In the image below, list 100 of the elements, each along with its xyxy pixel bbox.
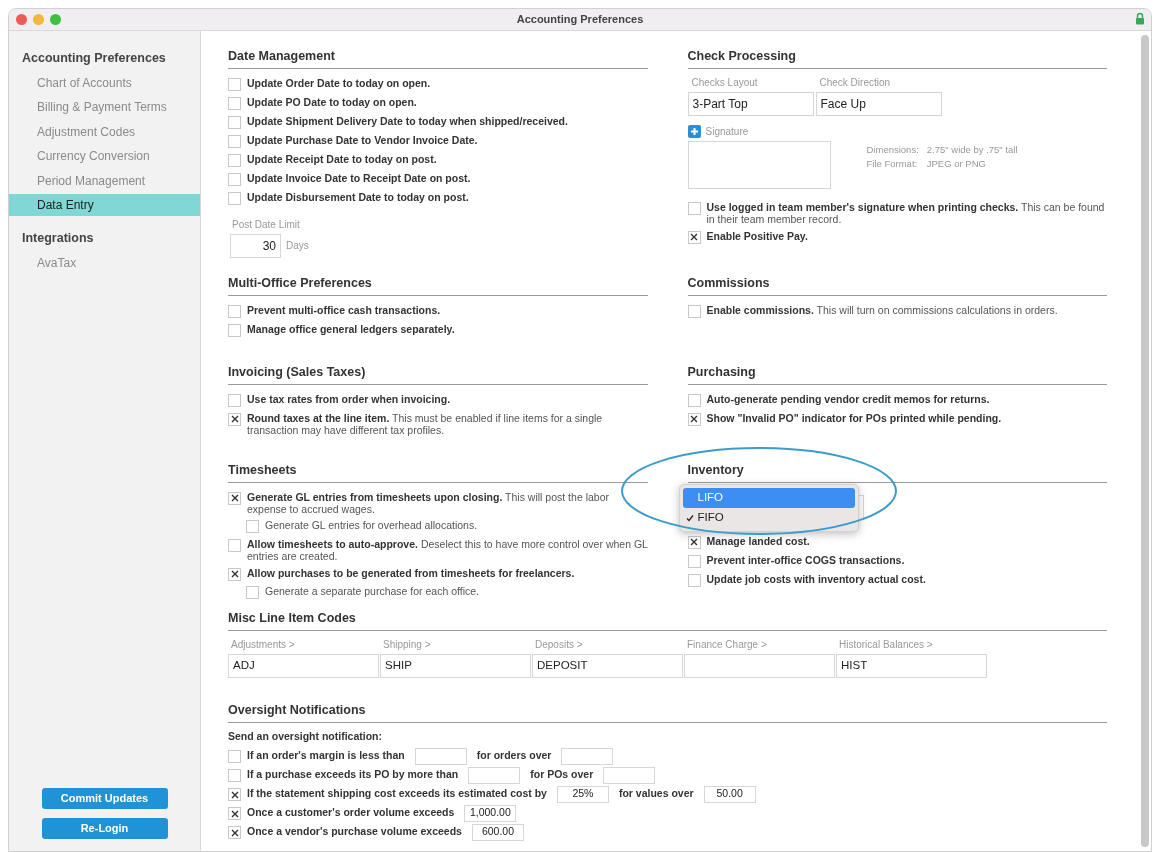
checkbox[interactable] <box>228 807 241 820</box>
option-label: Update Purchase Date to Vendor Invoice Date. <box>247 133 478 146</box>
value-field[interactable]: 600.00 <box>471 823 524 841</box>
option-label: Update job costs with inventory actual cost. <box>706 572 926 585</box>
code-field[interactable]: HIST <box>836 653 987 678</box>
value-field[interactable] <box>603 766 656 784</box>
field-label: Check Direction <box>819 75 892 90</box>
code-field[interactable]: ADJ <box>228 653 379 678</box>
section-heading: Check Processing <box>687 47 1107 69</box>
value-field[interactable]: 50.00 <box>703 785 756 803</box>
checkbox[interactable] <box>687 573 701 587</box>
option-label: Update Disbursement Date to today on post. <box>247 190 469 203</box>
checkbox[interactable] <box>228 412 241 426</box>
checkbox[interactable] <box>228 77 241 91</box>
select-field[interactable]: Face Up <box>815 91 942 116</box>
option-label: Enable Positive Pay. <box>706 229 808 242</box>
checkbox[interactable] <box>687 412 701 426</box>
condition-label: for POs over <box>530 767 594 783</box>
option-label: Update Invoice Date to Receipt Date on post. <box>247 171 471 184</box>
option-label: Use tax rates from order when invoicing. <box>247 392 451 405</box>
field-label: Adjustments > <box>231 637 296 652</box>
value-field[interactable] <box>468 766 521 784</box>
condition-label: If an order's margin is less than <box>247 748 405 764</box>
signature-box[interactable] <box>687 140 831 189</box>
checkbox[interactable] <box>228 153 241 167</box>
code-field[interactable]: DEPOSIT <box>532 653 683 678</box>
close-button[interactable] <box>16 14 27 25</box>
x-mark-icon <box>230 415 239 424</box>
option-label: Update PO Date to today on open. <box>247 95 417 108</box>
value-field[interactable]: 1,000.00 <box>464 804 517 822</box>
x-mark-icon <box>230 828 239 837</box>
zoom-button[interactable] <box>50 14 61 25</box>
option-label: Show "Invalid PO" indicator for POs printed while pending. <box>706 411 1002 424</box>
condition-label: If the statement shipping cost exceeds its estimated cost by <box>247 786 547 802</box>
checkbox[interactable] <box>228 191 241 205</box>
checkbox[interactable] <box>228 491 241 505</box>
select-field[interactable]: 3-Part Top <box>687 91 814 116</box>
checkbox[interactable] <box>687 554 701 568</box>
minimize-button[interactable] <box>33 14 44 25</box>
sidebar-item[interactable]: Data Entry <box>9 194 200 217</box>
option-label: Generate GL entries for overhead allocations. <box>265 518 478 531</box>
condition-label: If a purchase exceeds its PO by more than <box>247 767 459 783</box>
checkbox[interactable] <box>228 567 241 581</box>
checkbox[interactable] <box>228 538 241 552</box>
condition-label: Once a customer's order volume exceeds <box>247 805 455 821</box>
checkbox[interactable] <box>246 585 259 599</box>
option-label: Manage office general ledgers separately. <box>247 322 455 335</box>
option-label: Allow timesheets to auto-approve. Deselect this to have more control over when GL entries are created. <box>247 537 648 562</box>
field-label: Historical Balances > <box>839 637 934 652</box>
field-label: Post Date Limit <box>232 217 301 232</box>
window-title: Accounting Preferences <box>516 12 644 28</box>
option-label: Update Order Date to today on open. <box>247 76 431 89</box>
checkbox[interactable] <box>228 134 241 148</box>
checkbox[interactable] <box>687 201 701 215</box>
option-label: Update Shipment Delivery Date to today when shipped/received. <box>247 114 568 127</box>
checkbox[interactable] <box>687 230 701 244</box>
section-heading: Timesheets <box>228 461 648 483</box>
checkbox[interactable] <box>687 535 701 549</box>
plus-icon[interactable] <box>687 124 701 138</box>
value-field[interactable]: 25% <box>556 785 609 803</box>
option-label: Auto-generate pending vendor credit memos for returns. <box>706 392 990 405</box>
intro-text: Send an oversight notification: <box>228 728 383 744</box>
checkbox[interactable] <box>228 769 241 782</box>
sidebar-heading: Accounting Preferences <box>21 50 167 67</box>
option-label: Generate a separate purchase for each office. <box>265 584 480 597</box>
option-label: Allow purchases to be generated from timesheets for freelancers. <box>247 566 575 579</box>
checkbox[interactable] <box>228 393 241 407</box>
option-label: Use logged in team member's signature when printing checks. This can be found in their team member record. <box>706 200 1106 225</box>
unit-label: Days <box>286 239 309 254</box>
checkbox[interactable] <box>246 519 259 533</box>
sidebar-heading: Integrations <box>21 229 95 247</box>
field-label: Shipping > <box>383 637 432 652</box>
option-label: Prevent inter-office COGS transactions. <box>706 553 905 566</box>
info-value: JPEG or PNG <box>926 157 987 171</box>
code-field[interactable] <box>684 653 835 678</box>
checkbox[interactable] <box>228 172 241 186</box>
section-heading: Multi-Office Preferences <box>228 274 648 296</box>
checkbox[interactable] <box>228 323 241 337</box>
x-mark-icon <box>230 790 239 799</box>
checkbox[interactable] <box>687 393 701 407</box>
checkbox[interactable] <box>687 304 701 318</box>
value-field[interactable] <box>414 747 467 765</box>
code-field[interactable]: SHIP <box>380 653 531 678</box>
x-mark-icon <box>690 233 698 242</box>
section-heading: Purchasing <box>687 363 1107 385</box>
checkbox[interactable] <box>228 826 241 839</box>
checkbox[interactable] <box>228 788 241 801</box>
lock-icon <box>1135 12 1145 25</box>
condition-label: for values over <box>618 786 694 802</box>
section-heading: Misc Line Item Codes <box>228 609 1107 631</box>
info-label: Dimensions: <box>866 142 919 157</box>
checkbox[interactable] <box>228 96 241 110</box>
menu-item[interactable]: FIFO <box>682 507 855 528</box>
checkbox[interactable] <box>228 115 241 129</box>
checkbox[interactable] <box>228 750 241 763</box>
value-field[interactable] <box>561 747 614 765</box>
section-heading: Inventory <box>687 461 1107 483</box>
x-mark-icon <box>690 415 698 424</box>
number-field[interactable]: 30 <box>230 233 281 258</box>
checkbox[interactable] <box>228 304 241 318</box>
